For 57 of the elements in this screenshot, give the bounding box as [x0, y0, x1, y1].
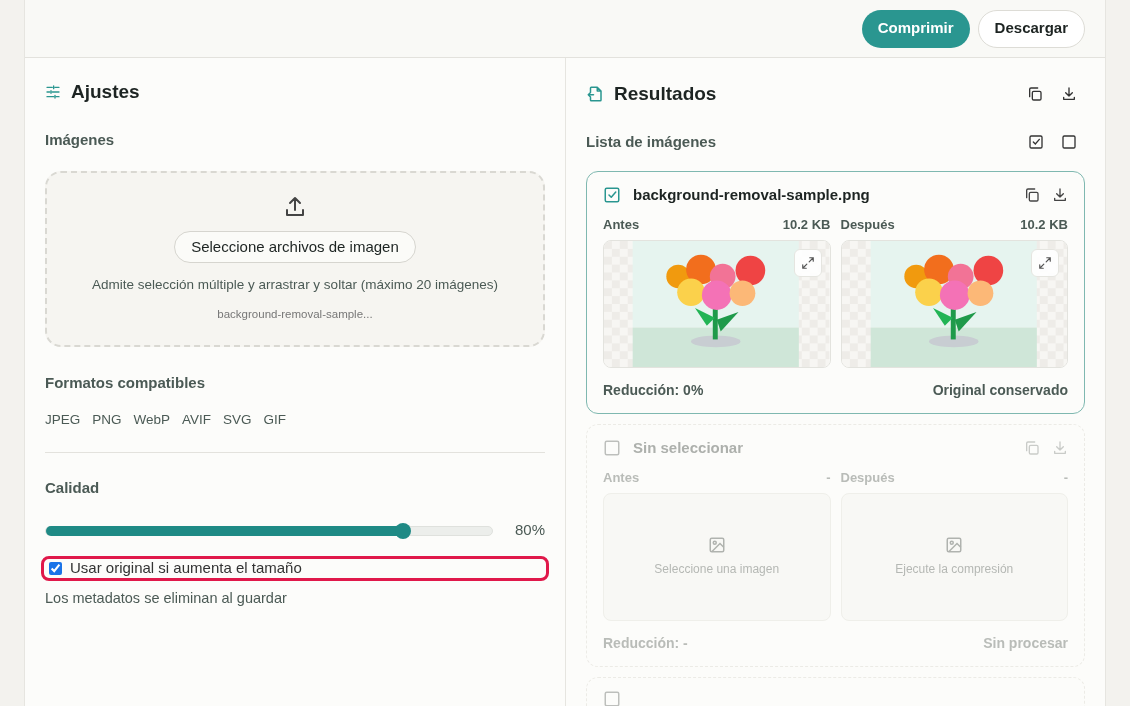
- compress-button[interactable]: Comprimir: [861, 9, 970, 48]
- format-label: PNG: [92, 410, 122, 429]
- section-label: Formatos compatibles: [45, 373, 207, 393]
- status-text: Original conservado: [932, 381, 1068, 400]
- panel-title: Resultados: [614, 82, 717, 106]
- checkbox[interactable]: [603, 439, 621, 458]
- format-label: SVG: [223, 410, 252, 429]
- format-label: GIF: [263, 410, 287, 429]
- file-size: 10.2 KB: [1020, 215, 1068, 234]
- download-icon[interactable]: [1061, 86, 1077, 103]
- reduction-text: Reducción: 0%: [603, 381, 704, 400]
- expand-icon: [800, 256, 815, 270]
- copy-icon[interactable]: [1024, 187, 1040, 204]
- panel-title: Ajustes: [71, 80, 140, 104]
- expand-icon: [1038, 256, 1052, 270]
- format-label: AVIF: [182, 410, 212, 429]
- pane-label: Antes: [603, 215, 640, 234]
- section-label: Calidad: [45, 477, 101, 498]
- checkbox[interactable]: [603, 690, 621, 706]
- pane-label: Después: [840, 215, 895, 234]
- pane-label: Antes: [603, 468, 640, 487]
- deselect-all-icon[interactable]: [1061, 133, 1077, 150]
- pane-label: Después: [840, 468, 895, 487]
- file-size: -: [826, 468, 831, 487]
- note-text: Los metadatos se eliminan al guardar: [45, 588, 288, 608]
- format-label: WebP: [133, 410, 171, 429]
- file-name: background-removal-sample.png: [633, 185, 870, 205]
- image-icon: [707, 536, 726, 554]
- hint-text: Admite selección múltiple y arrastrar y soltar (máximo 20 imágenes): [92, 276, 498, 295]
- quality-slider[interactable]: [45, 525, 493, 536]
- status-text: Sin procesar: [983, 634, 1068, 653]
- slider-thumb[interactable]: [394, 522, 411, 539]
- expand-button[interactable]: [793, 249, 822, 277]
- placeholder-text: Seleccione una imagen: [654, 561, 780, 578]
- select-all-icon[interactable]: [1028, 133, 1044, 150]
- format-label: JPEG: [45, 410, 81, 429]
- drop-zone[interactable]: Seleccione archivos de imagen Admite selección múltiple y arrastrar y soltar (máximo 20 imágenes) background-removal-sample...: [45, 171, 545, 347]
- placeholder-text: Ejecute la compresión: [895, 561, 1014, 578]
- file-name: Sin seleccionar: [633, 438, 744, 458]
- file-icon: [586, 85, 604, 104]
- image-icon: [945, 536, 964, 554]
- file-size: 10.2 KB: [782, 215, 831, 234]
- select-files-button[interactable]: Seleccione archivos de imagen: [174, 231, 416, 264]
- reduction-text: Reducción: -: [603, 634, 688, 653]
- checked-checkbox[interactable]: [603, 186, 621, 205]
- quality-value: 80%: [514, 520, 545, 541]
- sliders-icon: [45, 84, 61, 101]
- file-size: -: [1063, 468, 1068, 487]
- checkbox[interactable]: [49, 561, 62, 575]
- file-name: background-removal-sample...: [217, 306, 373, 322]
- section-label: Imágenes: [45, 129, 116, 150]
- download-button[interactable]: Descargar: [977, 9, 1085, 48]
- section-label: Lista de imágenes: [586, 131, 717, 152]
- expand-button[interactable]: [1031, 249, 1059, 277]
- download-icon[interactable]: [1052, 187, 1068, 204]
- checkbox-row[interactable]: Usar original si aumenta el tamaño: [41, 555, 549, 581]
- copy-icon[interactable]: [1027, 86, 1043, 103]
